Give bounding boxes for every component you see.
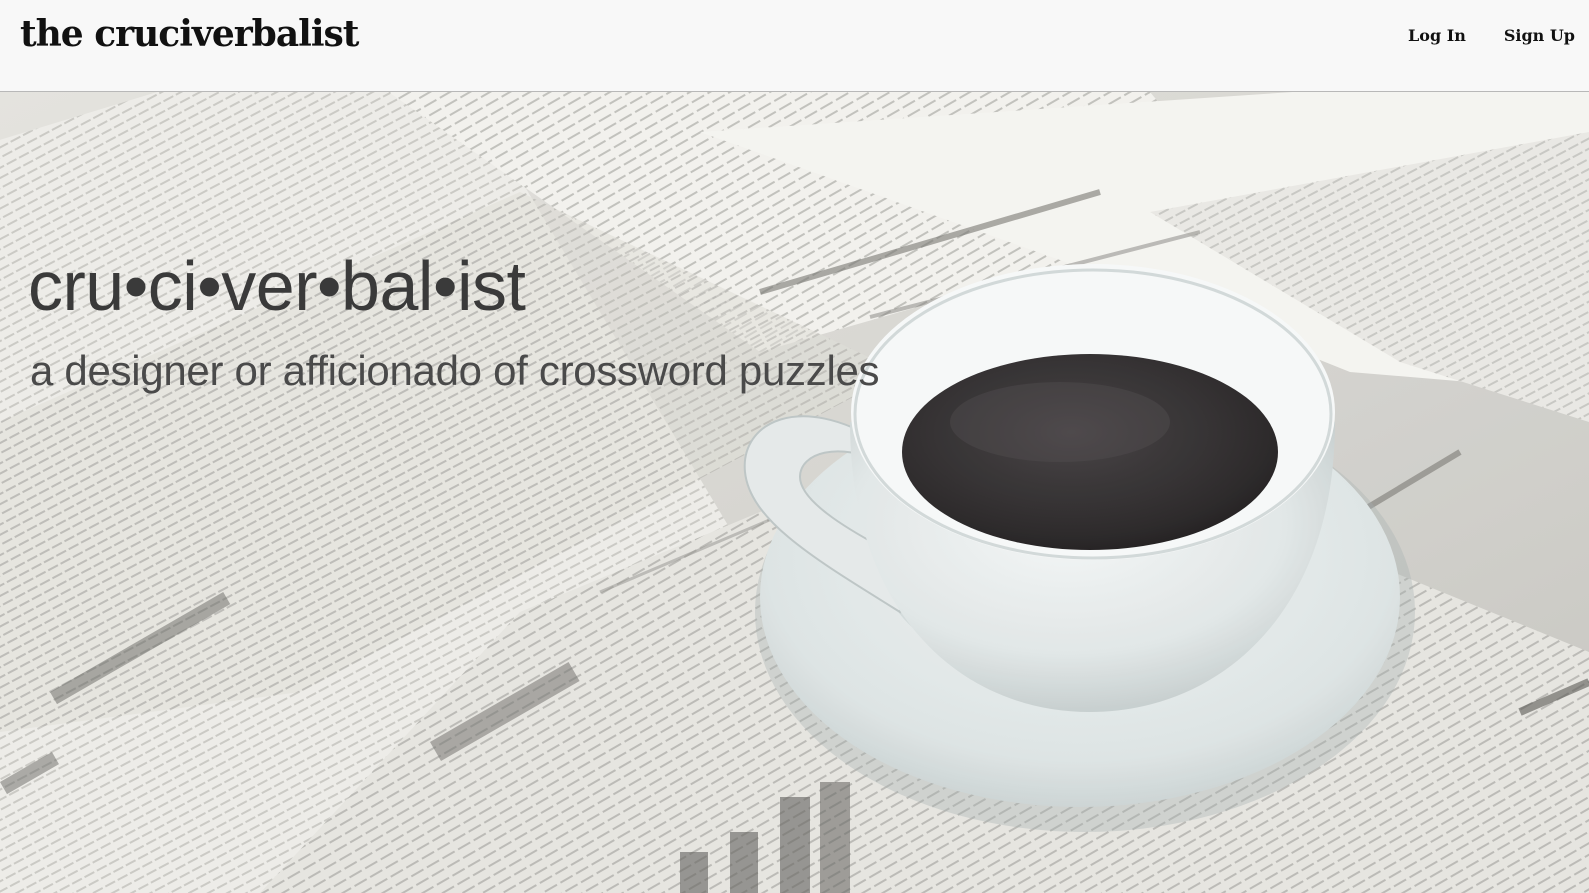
brand-logo-link[interactable]: the cruciverbalist: [20, 12, 359, 56]
nav-links: Log In Sign Up: [1408, 24, 1575, 48]
top-navbar: the cruciverbalist Log In Sign Up: [0, 0, 1589, 92]
hero-section: cru•ci•ver•bal•ist a designer or afficio…: [0, 92, 1589, 893]
hero-background-image: [0, 92, 1589, 893]
signup-link[interactable]: Sign Up: [1504, 24, 1575, 48]
hero-subtitle: a designer or afficionado of crossword p…: [30, 347, 880, 394]
hero-title: cru•ci•ver•bal•ist: [28, 247, 526, 325]
login-link[interactable]: Log In: [1408, 24, 1466, 48]
